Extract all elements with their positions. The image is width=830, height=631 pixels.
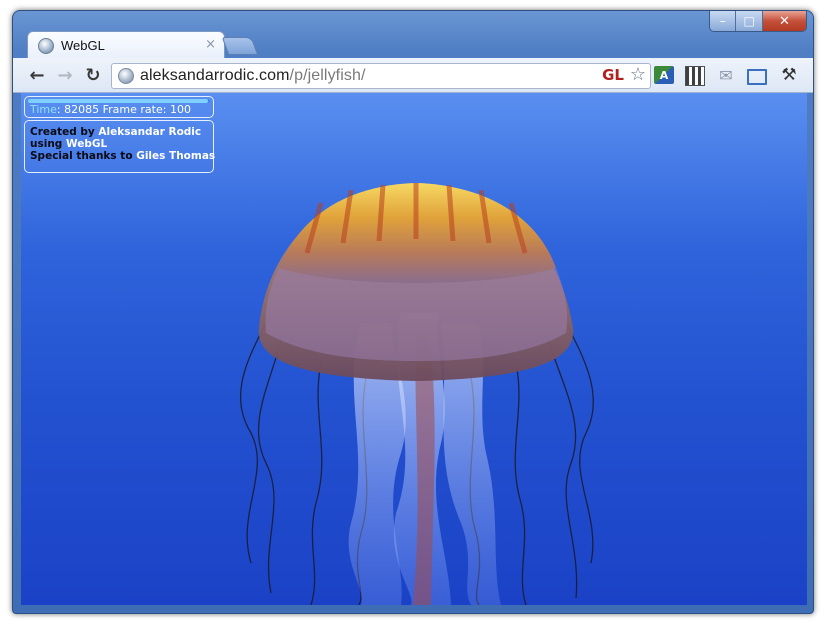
close-window-button[interactable]: ✕ [762,11,806,31]
thanks-text: Special thanks to [30,150,137,162]
created-by-text: Created by [30,126,99,138]
mail-icon[interactable]: ✉ [716,66,736,85]
minimize-button[interactable]: – [710,11,737,31]
maximize-button[interactable]: □ [736,11,763,31]
thanks-link[interactable]: Giles Thomas [136,150,215,162]
jellyfish-bell [258,183,574,381]
fullscreen-icon[interactable] [747,69,767,85]
address-bar[interactable]: aleksandarrodic.com/p/jellyfish/ GL ☆ [111,63,651,89]
wrench-icon[interactable]: ⚒ [779,65,799,85]
tab-title: WebGL [61,38,105,53]
webgl-canvas[interactable]: Time: 82085 Frame rate: 100 Created by A… [21,93,807,605]
forward-button[interactable]: → [55,65,75,86]
tab-webgl[interactable]: WebGL × [27,31,225,59]
credit-thanks-line: Special thanks to Giles Thomas [30,150,215,162]
qr-code-icon[interactable] [685,66,705,86]
back-button[interactable]: ← [27,65,47,86]
bookmark-star-icon[interactable]: ☆ [630,64,646,85]
credit-tech-line: using WebGL [30,138,107,150]
frame-rate-value: : 100 [162,103,191,116]
new-tab-button[interactable] [221,37,259,55]
time-label: Time [30,103,57,116]
credits-panel: Created by Aleksandar Rodic using WebGL … [24,120,215,173]
globe-icon [118,68,134,84]
globe-icon [38,37,54,54]
toolbar: ← → ↻ aleksandarrodic.com/p/jellyfish/ G… [13,58,813,93]
webgl-link[interactable]: WebGL [66,138,107,150]
reload-button[interactable]: ↻ [83,65,103,86]
translate-icon[interactable]: A [654,66,674,84]
credit-author-line: Created by Aleksandar Rodic [30,126,201,138]
time-value: : 82085 [56,103,100,116]
author-link[interactable]: Aleksandar Rodic [98,126,201,138]
webgl-badge-icon[interactable]: GL [602,66,624,84]
url-path: /p/jellyfish/ [289,67,366,84]
url-text: aleksandarrodic.com/p/jellyfish/ [140,67,366,85]
stats-text: Time: 82085 Frame rate: 100 [30,103,191,116]
url-host: aleksandarrodic.com [140,67,290,84]
stats-panel: Time: 82085 Frame rate: 100 [24,96,214,118]
using-text: using [30,138,66,150]
frame-rate-label: Frame rate [102,103,163,116]
window-controls: – □ ✕ [709,11,807,32]
browser-window: – □ ✕ WebGL × ← → ↻ aleksandarrodic.com/… [12,10,814,614]
tab-close-icon[interactable]: × [205,37,216,52]
